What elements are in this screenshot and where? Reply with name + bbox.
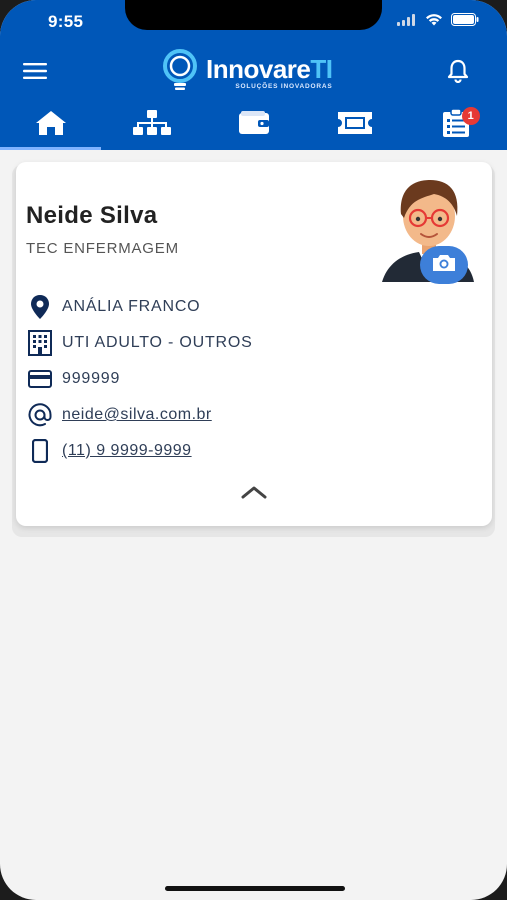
profile-role: TEC ENFERMAGEM [26,240,179,257]
tab-home[interactable] [0,100,102,150]
menu-button[interactable] [15,53,55,93]
lightbulb-logo-icon [160,48,200,97]
app-logo: InnovareTI SOLUÇÕES INOVADORAS [160,48,333,97]
phone-link[interactable]: (11) 9 9999-9999 [62,442,192,460]
signal-icon [397,13,417,31]
hamburger-menu-icon [23,62,47,84]
app-header: 9:55 InnovareTI SOLUÇÕES INOVADORAS 1 [0,0,507,150]
smartphone-icon [26,437,54,465]
wifi-icon [425,13,443,31]
id-number-text: 999999 [62,370,121,387]
wallet-icon [238,110,269,140]
building-icon [26,329,54,357]
logo-accent-text: TI [310,53,333,84]
change-photo-button[interactable] [420,246,468,284]
tab-bar: 1 [0,100,507,150]
credit-card-icon [26,365,54,393]
map-pin-icon [26,293,54,321]
tasks-badge: 1 [461,107,480,125]
tab-tasks[interactable]: 1 [406,100,507,150]
home-indicator[interactable] [165,886,345,891]
email-link[interactable]: neide@silva.com.br [62,406,212,424]
profile-name: Neide Silva [26,202,158,229]
status-time: 9:55 [48,12,84,31]
battery-icon [451,13,479,31]
logo-wordmark: InnovareTI [206,53,333,84]
chevron-up-icon [241,485,267,504]
ticket-icon [337,111,372,139]
bell-icon [447,59,469,88]
location-text: ANÁLIA FRANCO [62,298,201,315]
logo-main-text: Innovare [206,53,311,84]
tab-organization[interactable] [101,100,202,150]
notifications-button[interactable] [438,53,478,93]
at-sign-icon [26,401,54,429]
phone-row: (11) 9 9999-9999 [26,436,192,466]
location-row: ANÁLIA FRANCO [26,292,200,322]
device-notch [125,0,382,30]
camera-icon [431,253,457,278]
logo-tagline: SOLUÇÕES INOVADORAS [235,82,333,90]
tab-ticket[interactable] [304,100,405,150]
id-row: 999999 [26,364,120,394]
department-row: UTI ADULTO - OUTROS [26,328,253,358]
home-icon [35,110,67,141]
phone-screen: 9:55 InnovareTI SOLUÇÕES INOVADORAS 1 Ne… [0,0,507,900]
profile-card: Neide Silva TEC ENFERMAGEM ANÁLIA FRANCO… [16,162,492,526]
status-icons [397,13,479,31]
collapse-button[interactable] [238,482,270,506]
tab-wallet[interactable] [203,100,304,150]
department-text: UTI ADULTO - OUTROS [62,334,253,351]
email-row: neide@silva.com.br [26,400,212,430]
org-chart-icon [133,109,172,141]
